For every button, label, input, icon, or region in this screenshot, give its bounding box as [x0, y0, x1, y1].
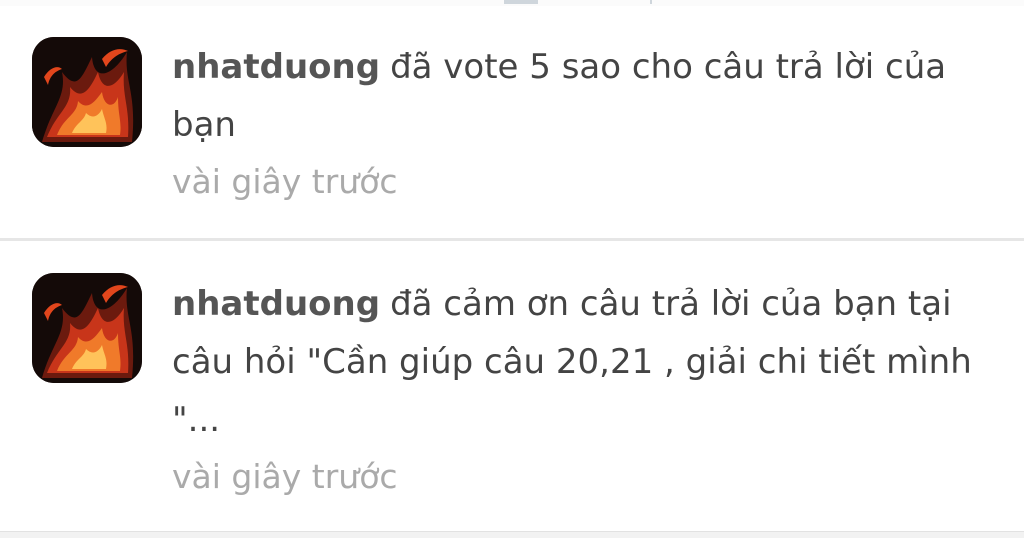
fire-avatar-icon	[32, 37, 142, 147]
notification-item[interactable]: nhatduong đã vote 5 sao cho câu trả lời c…	[0, 6, 1024, 238]
notification-content: nhatduong đã vote 5 sao cho câu trả lời c…	[172, 38, 1002, 210]
username-link[interactable]: nhatduong	[172, 47, 380, 87]
top-strip-tick	[650, 0, 652, 4]
notification-message: nhatduong đã cảm ơn câu trả lời của bạn t…	[172, 275, 1002, 449]
username-link[interactable]: nhatduong	[172, 284, 380, 324]
fire-avatar-icon	[32, 273, 142, 383]
user-avatar[interactable]	[32, 37, 142, 147]
notification-time: vài giây trước	[172, 457, 398, 496]
notification-item[interactable]: nhatduong đã cảm ơn câu trả lời của bạn t…	[0, 241, 1024, 531]
user-avatar[interactable]	[32, 273, 142, 383]
notification-time: vài giây trước	[172, 162, 398, 201]
notification-content: nhatduong đã cảm ơn câu trả lời của bạn t…	[172, 275, 1002, 505]
notification-message: nhatduong đã vote 5 sao cho câu trả lời c…	[172, 38, 1002, 154]
top-strip-marker	[504, 0, 538, 4]
